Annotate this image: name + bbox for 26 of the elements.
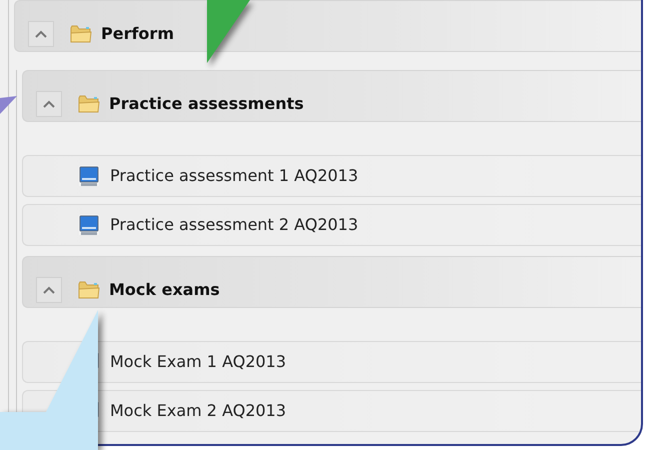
collapse-button[interactable] — [36, 277, 62, 303]
assessment-item[interactable]: Practice assessment 1 AQ2013 — [22, 155, 641, 197]
assessment-item[interactable]: Practice assessment 2 AQ2013 — [22, 204, 641, 246]
folder-title: Mock exams — [109, 279, 220, 301]
folder-header[interactable]: Mock exams — [22, 256, 641, 308]
callout-pointer — [0, 95, 18, 115]
item-label: Practice assessment 1 AQ2013 — [110, 165, 358, 187]
folder-icon — [78, 280, 100, 300]
folder-icon — [70, 24, 92, 44]
monitor-icon — [78, 214, 100, 236]
item-label: Mock Exam 1 AQ2013 — [110, 351, 286, 373]
folder-header[interactable]: Perform — [14, 0, 641, 52]
collapse-button[interactable] — [36, 91, 62, 117]
item-label: Practice assessment 2 AQ2013 — [110, 214, 358, 236]
caret-up-icon — [43, 286, 55, 294]
callout-pointer — [205, 0, 251, 64]
folder-icon — [78, 94, 100, 114]
monitor-icon — [78, 165, 100, 187]
folder-title: Perform — [101, 23, 174, 45]
caret-up-icon — [35, 30, 47, 38]
item-label: Mock Exam 2 AQ2013 — [110, 400, 286, 422]
folder-header[interactable]: Practice assessments — [22, 70, 641, 122]
caret-up-icon — [43, 100, 55, 108]
collapse-button[interactable] — [28, 21, 54, 47]
folder-title: Practice assessments — [109, 93, 304, 115]
assessment-item[interactable]: Mock Exam 1 AQ2013 — [22, 341, 641, 383]
